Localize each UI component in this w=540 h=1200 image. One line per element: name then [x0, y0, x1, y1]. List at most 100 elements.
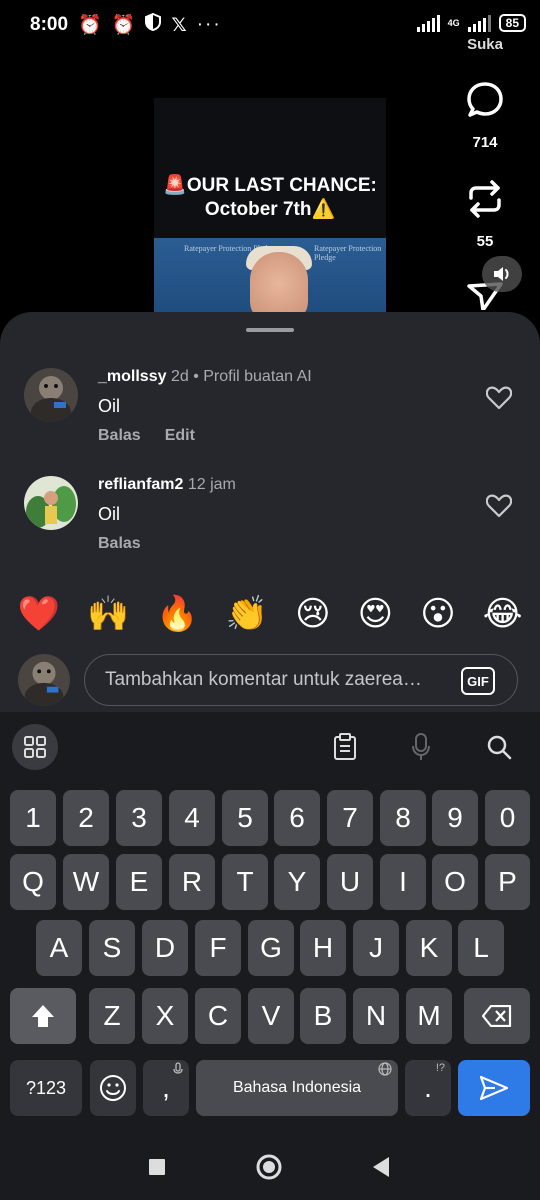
edit-button[interactable]: Edit	[165, 427, 195, 445]
key-f[interactable]: F	[195, 920, 241, 976]
comment-tag: • Profil buatan AI	[193, 368, 312, 385]
key-d[interactable]: D	[142, 920, 188, 976]
grid-icon	[24, 736, 46, 758]
reply-button[interactable]: Balas	[98, 427, 141, 445]
pledge-sign-right: Ratepayer Protection Pledge	[314, 244, 382, 262]
x-icon: 𝕏	[171, 14, 187, 36]
send-icon	[479, 1075, 509, 1101]
comment-input[interactable]	[105, 655, 445, 705]
emoji-laughing[interactable]: 😂	[483, 594, 523, 634]
comment-time: 2d	[170, 368, 189, 385]
emoji-heart[interactable]: ❤️	[18, 594, 60, 634]
comment-action[interactable]	[465, 80, 505, 125]
key-z[interactable]: Z	[89, 988, 135, 1044]
key-k[interactable]: K	[406, 920, 452, 976]
comma-label: ,	[162, 1072, 170, 1103]
backspace-key[interactable]	[464, 988, 530, 1044]
key-0[interactable]: 0	[485, 790, 530, 846]
key-j[interactable]: J	[353, 920, 399, 976]
comment-text: Oil	[98, 396, 120, 416]
key-q[interactable]: Q	[10, 854, 56, 910]
video-player[interactable]: 🚨OUR LAST CHANCE: October 7th⚠️ Ratepaye…	[0, 50, 540, 320]
key-h[interactable]: H	[300, 920, 346, 976]
key-p[interactable]: P	[485, 854, 530, 910]
space-key[interactable]: Bahasa Indonesia	[196, 1060, 398, 1116]
repost-action[interactable]	[465, 178, 505, 225]
back-button[interactable]	[366, 1152, 396, 1182]
recents-button[interactable]	[142, 1152, 172, 1182]
comment-username[interactable]: reflianfam2	[98, 476, 183, 493]
symbols-key[interactable]: ?123	[10, 1060, 82, 1116]
key-u[interactable]: U	[327, 854, 373, 910]
sheet-drag-handle[interactable]	[246, 328, 294, 332]
gif-button[interactable]: GIF	[461, 667, 495, 695]
emoji-heart-eyes[interactable]: 😍	[358, 594, 393, 634]
key-s[interactable]: S	[89, 920, 135, 976]
network-type: 4G	[447, 17, 460, 28]
comment-icon	[467, 82, 503, 117]
emoji-raised-hands[interactable]: 🙌	[87, 594, 129, 634]
period-key[interactable]: . !?	[405, 1060, 451, 1116]
emoji-fire[interactable]: 🔥	[156, 594, 198, 634]
microphone-icon	[412, 733, 430, 760]
heart-icon[interactable]	[486, 386, 512, 410]
home-button[interactable]	[254, 1152, 284, 1182]
key-c[interactable]: C	[195, 988, 241, 1044]
comment-username[interactable]: _mollssy	[98, 368, 166, 385]
square-icon	[149, 1159, 165, 1175]
send-key[interactable]	[458, 1060, 530, 1116]
key-2[interactable]: 2	[63, 790, 109, 846]
alarm-icon-2: ⏰	[111, 15, 136, 36]
key-t[interactable]: T	[222, 854, 268, 910]
emoji-quick-bar: ❤️ 🙌 🔥 👏 😢 😍 😮 😂	[0, 590, 540, 638]
key-a[interactable]: A	[36, 920, 82, 976]
key-g[interactable]: G	[248, 920, 294, 976]
key-1[interactable]: 1	[10, 790, 56, 846]
key-8[interactable]: 8	[380, 790, 426, 846]
speaker-icon	[494, 267, 509, 281]
key-e[interactable]: E	[116, 854, 162, 910]
emoji-crying[interactable]: 😢	[295, 594, 330, 634]
key-7[interactable]: 7	[327, 790, 373, 846]
comment-item: _mollssy 2d • Profil buatan AI Oil Balas…	[24, 368, 524, 448]
key-y[interactable]: Y	[274, 854, 320, 910]
key-o[interactable]: O	[432, 854, 478, 910]
voice-input-button[interactable]	[398, 724, 444, 770]
key-5[interactable]: 5	[222, 790, 268, 846]
key-v[interactable]: V	[248, 988, 294, 1044]
status-time: 8:00	[30, 14, 69, 35]
shift-key[interactable]	[10, 988, 76, 1044]
heart-icon[interactable]	[486, 494, 512, 518]
reply-button[interactable]: Balas	[98, 535, 141, 553]
shield-icon	[145, 12, 162, 37]
emoji-clap[interactable]: 👏	[226, 594, 268, 634]
avatar[interactable]	[24, 476, 78, 530]
key-3[interactable]: 3	[116, 790, 162, 846]
video-image: Ratepayer Protection Pledge Ratepayer Pr…	[154, 238, 386, 320]
search-icon	[487, 735, 512, 760]
avatar[interactable]	[24, 368, 78, 422]
key-b[interactable]: B	[300, 988, 346, 1044]
apps-grid-button[interactable]	[12, 724, 58, 770]
key-i[interactable]: I	[380, 854, 426, 910]
key-l[interactable]: L	[458, 920, 504, 976]
key-x[interactable]: X	[142, 988, 188, 1044]
microphone-hint-icon	[173, 1062, 183, 1074]
key-9[interactable]: 9	[432, 790, 478, 846]
key-6[interactable]: 6	[274, 790, 320, 846]
comment-body: _mollssy 2d • Profil buatan AI Oil Balas…	[98, 368, 312, 445]
key-n[interactable]: N	[353, 988, 399, 1044]
sound-toggle-button[interactable]	[482, 256, 522, 292]
comma-key[interactable]: ,	[143, 1060, 189, 1116]
key-w[interactable]: W	[63, 854, 109, 910]
emoji-key[interactable]	[90, 1060, 136, 1116]
likes-label[interactable]: Suka	[450, 36, 520, 53]
emoji-surprised[interactable]: 😮	[420, 594, 455, 634]
clipboard-button[interactable]	[322, 724, 368, 770]
key-4[interactable]: 4	[169, 790, 215, 846]
alarm-icon: ⏰	[78, 15, 102, 36]
key-r[interactable]: R	[169, 854, 215, 910]
circle-icon	[256, 1154, 282, 1180]
key-m[interactable]: M	[406, 988, 452, 1044]
keyboard-search-button[interactable]	[476, 724, 522, 770]
